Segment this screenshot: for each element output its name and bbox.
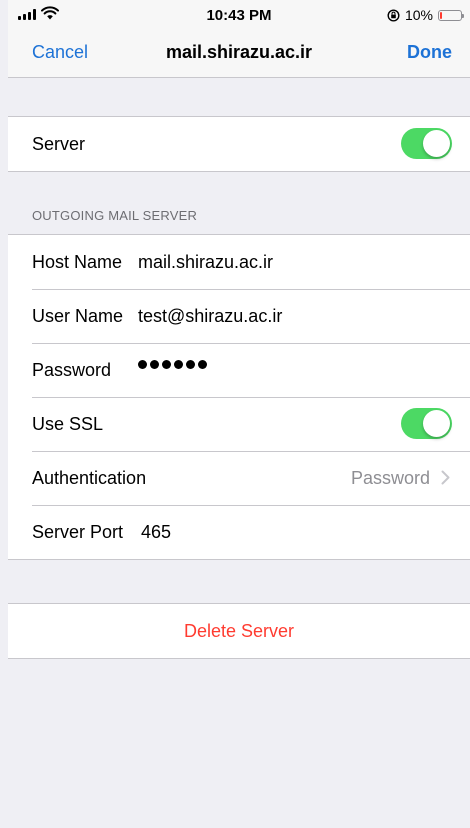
delete-group: Delete Server — [8, 603, 470, 659]
toggle-knob — [423, 130, 450, 157]
battery-icon — [438, 9, 464, 21]
user-name-row[interactable]: User Name test@shirazu.ac.ir — [8, 289, 470, 343]
password-dot — [174, 360, 183, 369]
host-name-row[interactable]: Host Name mail.shirazu.ac.ir — [8, 235, 470, 289]
server-label: Server — [32, 133, 86, 154]
host-name-field[interactable]: mail.shirazu.ac.ir — [138, 252, 273, 273]
user-name-label: User Name — [32, 305, 124, 326]
server-toggle[interactable] — [401, 128, 452, 159]
password-dot — [186, 360, 195, 369]
password-dot — [150, 360, 159, 369]
section-header-outgoing: OUTGOING MAIL SERVER — [32, 208, 198, 223]
server-port-row[interactable]: Server Port 465 — [8, 505, 470, 559]
password-dot — [162, 360, 171, 369]
user-name-field[interactable]: test@shirazu.ac.ir — [138, 306, 282, 327]
battery-percent: 10% — [404, 7, 433, 23]
outgoing-server-group: Host Name mail.shirazu.ac.ir User Name t… — [8, 234, 470, 560]
toggle-knob — [423, 410, 450, 437]
cancel-button[interactable]: Cancel — [32, 42, 88, 63]
settings-screen: 10:43 PM 10% Cancel mail.shirazu.ac.ir D… — [8, 0, 470, 828]
done-button[interactable]: Done — [407, 42, 452, 63]
battery-level — [440, 11, 442, 19]
password-dot — [198, 360, 207, 369]
use-ssl-toggle[interactable] — [401, 408, 452, 439]
server-port-field[interactable]: 465 — [141, 522, 171, 543]
status-right: 10% — [387, 7, 464, 23]
orientation-lock-icon — [387, 8, 400, 22]
server-port-label: Server Port — [32, 521, 124, 542]
host-name-label: Host Name — [32, 251, 123, 272]
status-bar: 10:43 PM 10% — [8, 0, 470, 30]
navigation-bar: Cancel mail.shirazu.ac.ir Done — [8, 30, 470, 78]
authentication-label: Authentication — [32, 467, 147, 488]
delete-server-button[interactable]: Delete Server — [8, 604, 470, 658]
password-label: Password — [32, 359, 112, 380]
authentication-row[interactable]: Authentication Password — [8, 451, 470, 505]
password-field[interactable] — [138, 360, 207, 369]
password-dot — [138, 360, 147, 369]
password-row[interactable]: Password — [8, 343, 470, 397]
chevron-right-icon — [441, 470, 450, 485]
authentication-value: Password — [350, 467, 430, 488]
server-group: Server — [8, 116, 470, 172]
use-ssl-row: Use SSL — [8, 397, 470, 451]
use-ssl-label: Use SSL — [32, 413, 104, 434]
server-row: Server — [8, 117, 470, 171]
delete-server-label: Delete Server — [183, 620, 295, 641]
